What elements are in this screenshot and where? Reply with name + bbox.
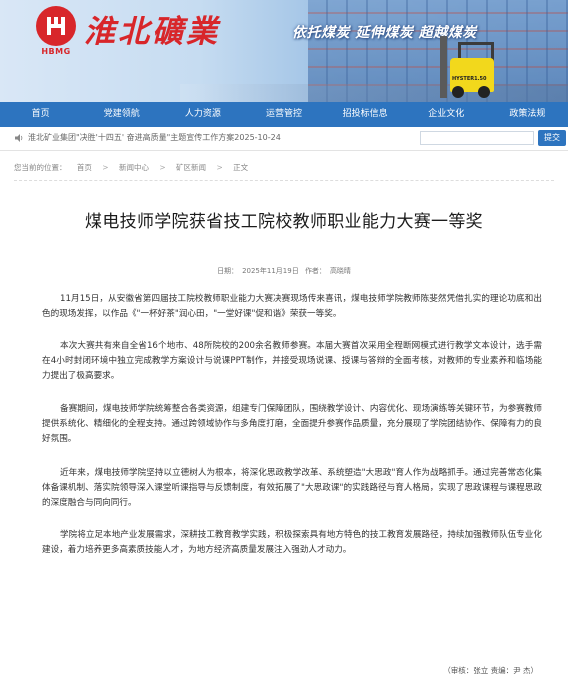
logo-abbreviation: HBMG <box>41 47 71 56</box>
submit-button[interactable]: 提交 <box>538 130 566 146</box>
nav-item-bidding[interactable]: 招投标信息 <box>325 102 406 127</box>
forklift-icon: HYSTER1.50 <box>440 36 496 98</box>
notice-link[interactable]: 淮北矿业集团"决胜'十四五' 奋进高质量"主题宣传工作方案2025-10-24 <box>28 132 281 143</box>
breadcrumb: 您当前的位置： 首页 > 新闻中心 > 矿区新闻 > 正文 <box>14 162 554 181</box>
nav-item-policies[interactable]: 政策法规 <box>487 102 568 127</box>
speaker-icon <box>15 134 23 142</box>
company-logo-icon[interactable] <box>36 6 76 46</box>
breadcrumb-news-center[interactable]: 新闻中心 <box>119 162 149 173</box>
breadcrumb-mine-news[interactable]: 矿区新闻 <box>176 162 206 173</box>
forklift-brand: HYSTER1.50 <box>452 76 487 82</box>
nav-item-human-resources[interactable]: 人力资源 <box>162 102 243 127</box>
company-name-logo[interactable]: 淮北礦業 <box>84 6 220 51</box>
notice-bar: 淮北矿业集团"决胜'十四五' 奋进高质量"主题宣传工作方案2025-10-24 … <box>0 127 568 151</box>
article-paragraph: 学院将立足本地产业发展需求，深耕技工教育教学实践，积极探索具有地方特色的技工教育… <box>42 530 542 555</box>
search-input[interactable] <box>420 131 534 145</box>
date-label: 日期： <box>217 267 239 275</box>
main-nav: 首页 党建领航 人力资源 运营管控 招投标信息 企业文化 政策法规 <box>0 102 568 127</box>
editor-note: （审核：张立 责编：尹 杰） <box>443 666 538 675</box>
breadcrumb-separator: > <box>216 163 223 172</box>
header-banner: HBMG 淮北礦業 依托煤炭 延伸煤炭 超越煤炭 HYSTER1.50 <box>0 0 568 102</box>
breadcrumb-home[interactable]: 首页 <box>77 162 92 173</box>
nav-item-operations[interactable]: 运营管控 <box>243 102 324 127</box>
article-title: 煤电技师学院获省技工院校教师职业能力大赛一等奖 <box>85 212 483 232</box>
nav-item-corporate-culture[interactable]: 企业文化 <box>406 102 487 127</box>
logo-glyph-icon <box>47 17 65 35</box>
article-paragraph: 本次大赛共有来自全省16个地市、48所院校的200余名教师参赛。本届大赛首次采用… <box>42 341 542 381</box>
article-paragraph: 备赛期间，煤电技师学院统筹整合各类资源，组建专门保障团队，围绕教学设计、内容优化… <box>42 404 542 444</box>
breadcrumb-separator: > <box>159 163 166 172</box>
breadcrumb-separator: > <box>102 163 109 172</box>
article-author: 高晓晴 <box>329 267 351 275</box>
breadcrumb-prefix: 您当前的位置： <box>14 163 67 172</box>
warehouse-floor <box>180 84 568 102</box>
article-paragraph: 11月15日，从安徽省第四届技工院校教师职业能力大赛决赛现场传来喜讯，煤电技师学… <box>42 294 542 319</box>
nav-item-home[interactable]: 首页 <box>0 102 81 127</box>
article-meta: 日期： 2025年11月19日 作者： 高晓晴 <box>0 266 568 276</box>
author-label: 作者： <box>304 267 326 275</box>
nav-item-party-building[interactable]: 党建领航 <box>81 102 162 127</box>
breadcrumb-current: 正文 <box>233 163 249 172</box>
article-paragraph: 近年来，煤电技师学院坚持以立德树人为根本，将深化思政教学改革、系统塑造"大思政"… <box>42 468 542 508</box>
article-date: 2025年11月19日 <box>242 267 299 275</box>
